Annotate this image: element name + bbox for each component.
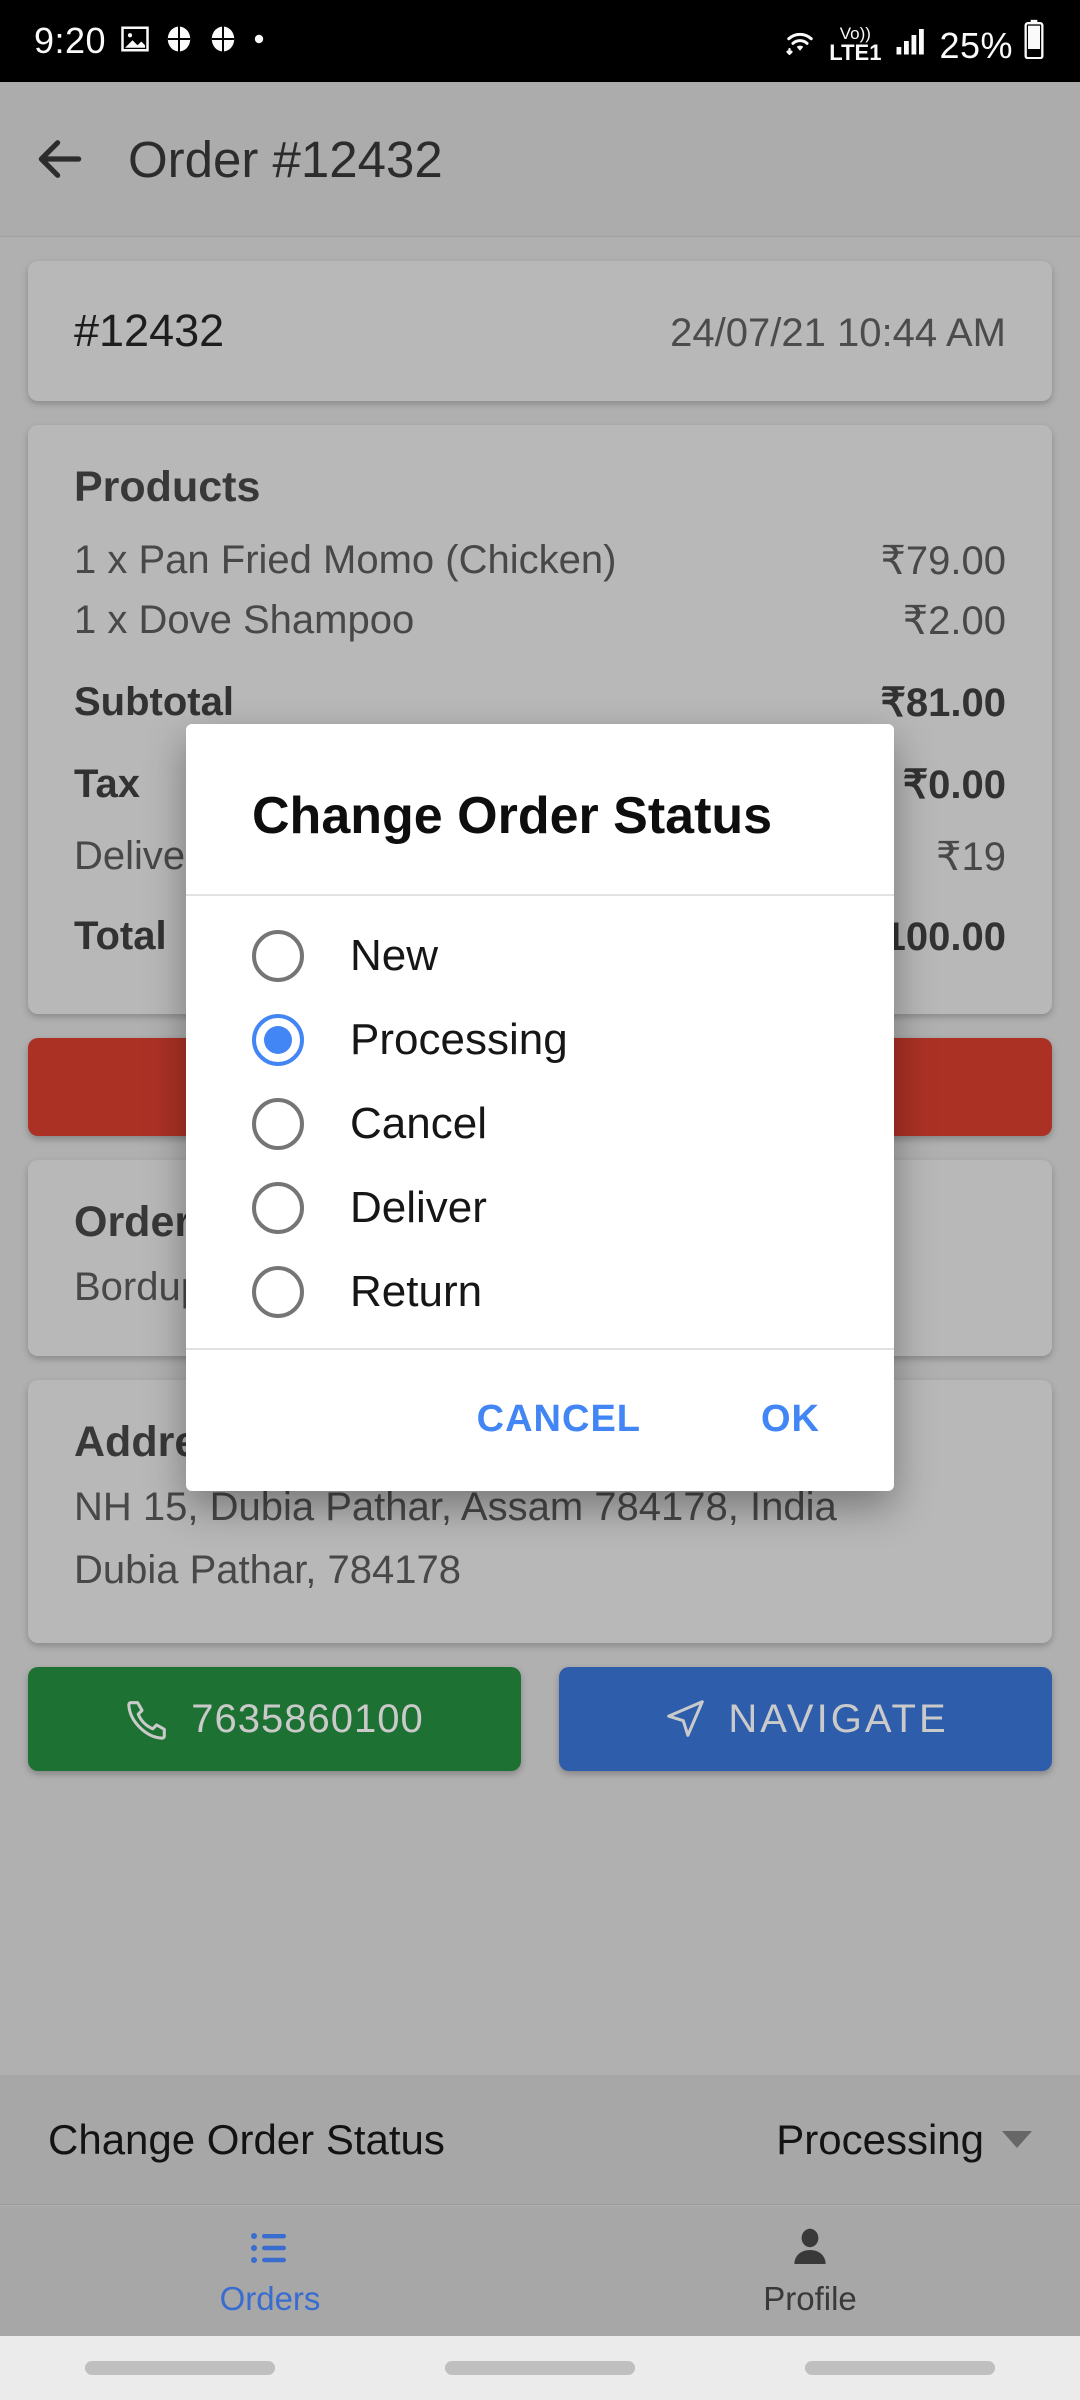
- dialog-cancel-button[interactable]: CANCEL: [451, 1384, 667, 1455]
- radio-button[interactable]: [252, 1098, 304, 1150]
- radio-option-processing[interactable]: Processing: [186, 998, 894, 1082]
- radio-option-label: Return: [350, 1267, 483, 1316]
- dialog-title: Change Order Status: [252, 787, 773, 845]
- radio-option-deliver[interactable]: Deliver: [186, 1166, 894, 1250]
- status-radio-group: New Processing Cancel Deliver Return: [186, 896, 894, 1348]
- dialog-actions: CANCEL OK: [186, 1350, 894, 1491]
- radio-option-label: Processing: [350, 1015, 568, 1064]
- radio-button[interactable]: [252, 1266, 304, 1318]
- radio-option-label: Deliver: [350, 1183, 487, 1232]
- dialog-ok-button[interactable]: OK: [735, 1384, 846, 1455]
- radio-option-return[interactable]: Return: [186, 1250, 894, 1334]
- radio-dot-icon: [264, 1026, 292, 1054]
- radio-option-new[interactable]: New: [186, 914, 894, 998]
- radio-option-cancel[interactable]: Cancel: [186, 1082, 894, 1166]
- radio-button[interactable]: [252, 930, 304, 982]
- change-order-status-dialog: Change Order Status New Processing Cance…: [186, 724, 894, 1491]
- radio-button[interactable]: [252, 1182, 304, 1234]
- radio-option-label: Cancel: [350, 1099, 487, 1148]
- radio-option-label: New: [350, 931, 439, 980]
- radio-button-selected[interactable]: [252, 1014, 304, 1066]
- phone-screen: 9:20 Vo)) LTE1 25% Order #12432 #12432 2…: [0, 0, 1080, 2400]
